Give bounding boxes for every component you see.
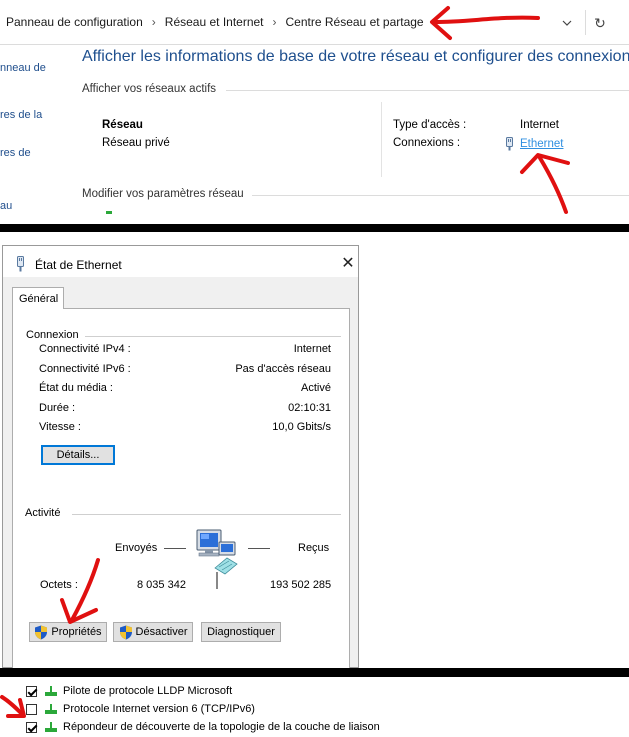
ethernet-connection-link[interactable]: Ethernet [505,137,563,151]
dialog-title: État de Ethernet [35,258,122,272]
vertical-separator [381,102,382,177]
uac-shield-icon [119,625,132,639]
sidebar-link-2[interactable]: res de la [0,109,42,121]
diagnose-button[interactable]: Diagnostiquer [201,622,281,642]
chevron-right-icon[interactable]: › [152,15,156,29]
ethernet-plug-icon [506,137,513,151]
component-label: Pilote de protocole LLDP Microsoft [63,685,233,697]
disable-button[interactable]: Désactiver [113,622,193,642]
network-name: Réseau [102,119,143,131]
list-item[interactable]: Protocole Internet version 6 (TCP/IPv6) [26,703,255,715]
network-adapter-icon [45,704,57,714]
sidebar-link-4[interactable]: au [0,200,12,212]
address-divider [585,10,586,35]
access-type-value: Internet [520,119,559,131]
network-computers-icon [196,529,238,575]
network-setup-icon [106,211,112,214]
sidebar-link-1[interactable]: nneau de [0,62,46,74]
activity-group-label: Activité [25,507,61,519]
page-title: Afficher les informations de base de vot… [82,48,629,65]
ipv4-value: Internet [293,343,331,355]
ipv6-label: Connectivité IPv6 : [39,363,131,375]
list-item[interactable]: Pilote de protocole LLDP Microsoft [26,685,232,697]
connections-label: Connexions : [393,137,461,149]
chevron-down-icon[interactable] [556,12,578,34]
properties-button[interactable]: Propriétés [29,622,107,642]
component-label: Répondeur de découverte de la topologie … [63,721,380,733]
component-checkbox[interactable] [26,685,37,697]
group-divider [85,336,341,337]
section-divider [252,195,629,196]
network-adapter-icon [45,722,57,732]
duration-label: Durée : [39,402,76,414]
breadcrumb-control-panel[interactable]: Panneau de configuration [6,15,143,29]
chevron-right-icon[interactable]: › [273,15,277,29]
properties-label: Propriétés [51,626,102,638]
sent-line [164,548,186,549]
received-line [248,548,270,549]
ethernet-plug-icon [17,256,24,272]
general-tab-content: Connexion [12,308,350,668]
bytes-received-value: 193 502 285 [270,579,332,591]
breadcrumb-network-internet[interactable]: Réseau et Internet [165,15,264,29]
dialog-titlebar[interactable]: État de Ethernet ✕ [3,246,358,277]
tab-general[interactable]: Général [12,287,64,309]
duration-value: 02:10:31 [288,402,331,414]
network-components-list: Pilote de protocole LLDP Microsoft Proto… [0,677,629,737]
uac-shield-icon [35,625,48,639]
media-state-value: Activé [301,382,331,394]
ethernet-status-panel: État de Ethernet ✕ Général Connexion Con… [0,232,629,668]
component-checkbox[interactable] [26,703,37,715]
network-category: Réseau privé [102,137,170,149]
ipv4-label: Connectivité IPv4 : [39,343,131,355]
speed-label: Vitesse : [39,421,81,433]
connection-group-label: Connexion [26,329,79,341]
ethernet-link-label[interactable]: Ethernet [520,138,563,150]
network-sharing-center: Panneau de configuration › Réseau et Int… [0,0,629,224]
active-networks-heading: Afficher vos réseaux actifs [82,83,217,95]
ethernet-status-dialog: État de Ethernet ✕ Général Connexion Con… [2,245,359,668]
breadcrumb: Panneau de configuration › Réseau et Int… [6,15,424,29]
received-label: Reçus [298,542,330,554]
breadcrumb-network-center[interactable]: Centre Réseau et partage [286,15,424,29]
media-state-label: État du média : [39,382,113,394]
network-adapter-icon [45,686,57,696]
group-divider [72,514,341,515]
component-checkbox[interactable] [26,721,37,733]
access-type-label: Type d'accès : [393,119,467,131]
list-item[interactable]: Répondeur de découverte de la topologie … [26,721,380,733]
bytes-divider [216,572,218,589]
close-icon[interactable]: ✕ [339,255,357,273]
section-divider [226,90,629,91]
bytes-label: Octets : [40,579,78,591]
speed-value: 10,0 Gbits/s [272,421,331,433]
sidebar-link-3[interactable]: res de [0,147,31,159]
modify-settings-heading: Modifier vos paramètres réseau [82,188,244,200]
sent-label: Envoyés [115,542,158,554]
ipv6-value: Pas d'accès réseau [235,363,331,375]
bytes-sent-value: 8 035 342 [137,579,186,591]
disable-label: Désactiver [135,626,188,638]
refresh-icon[interactable]: ↻ [589,11,611,35]
details-button[interactable]: Détails... [41,445,115,465]
component-label: Protocole Internet version 6 (TCP/IPv6) [63,703,255,715]
address-bar[interactable]: Panneau de configuration › Réseau et Int… [0,0,629,45]
